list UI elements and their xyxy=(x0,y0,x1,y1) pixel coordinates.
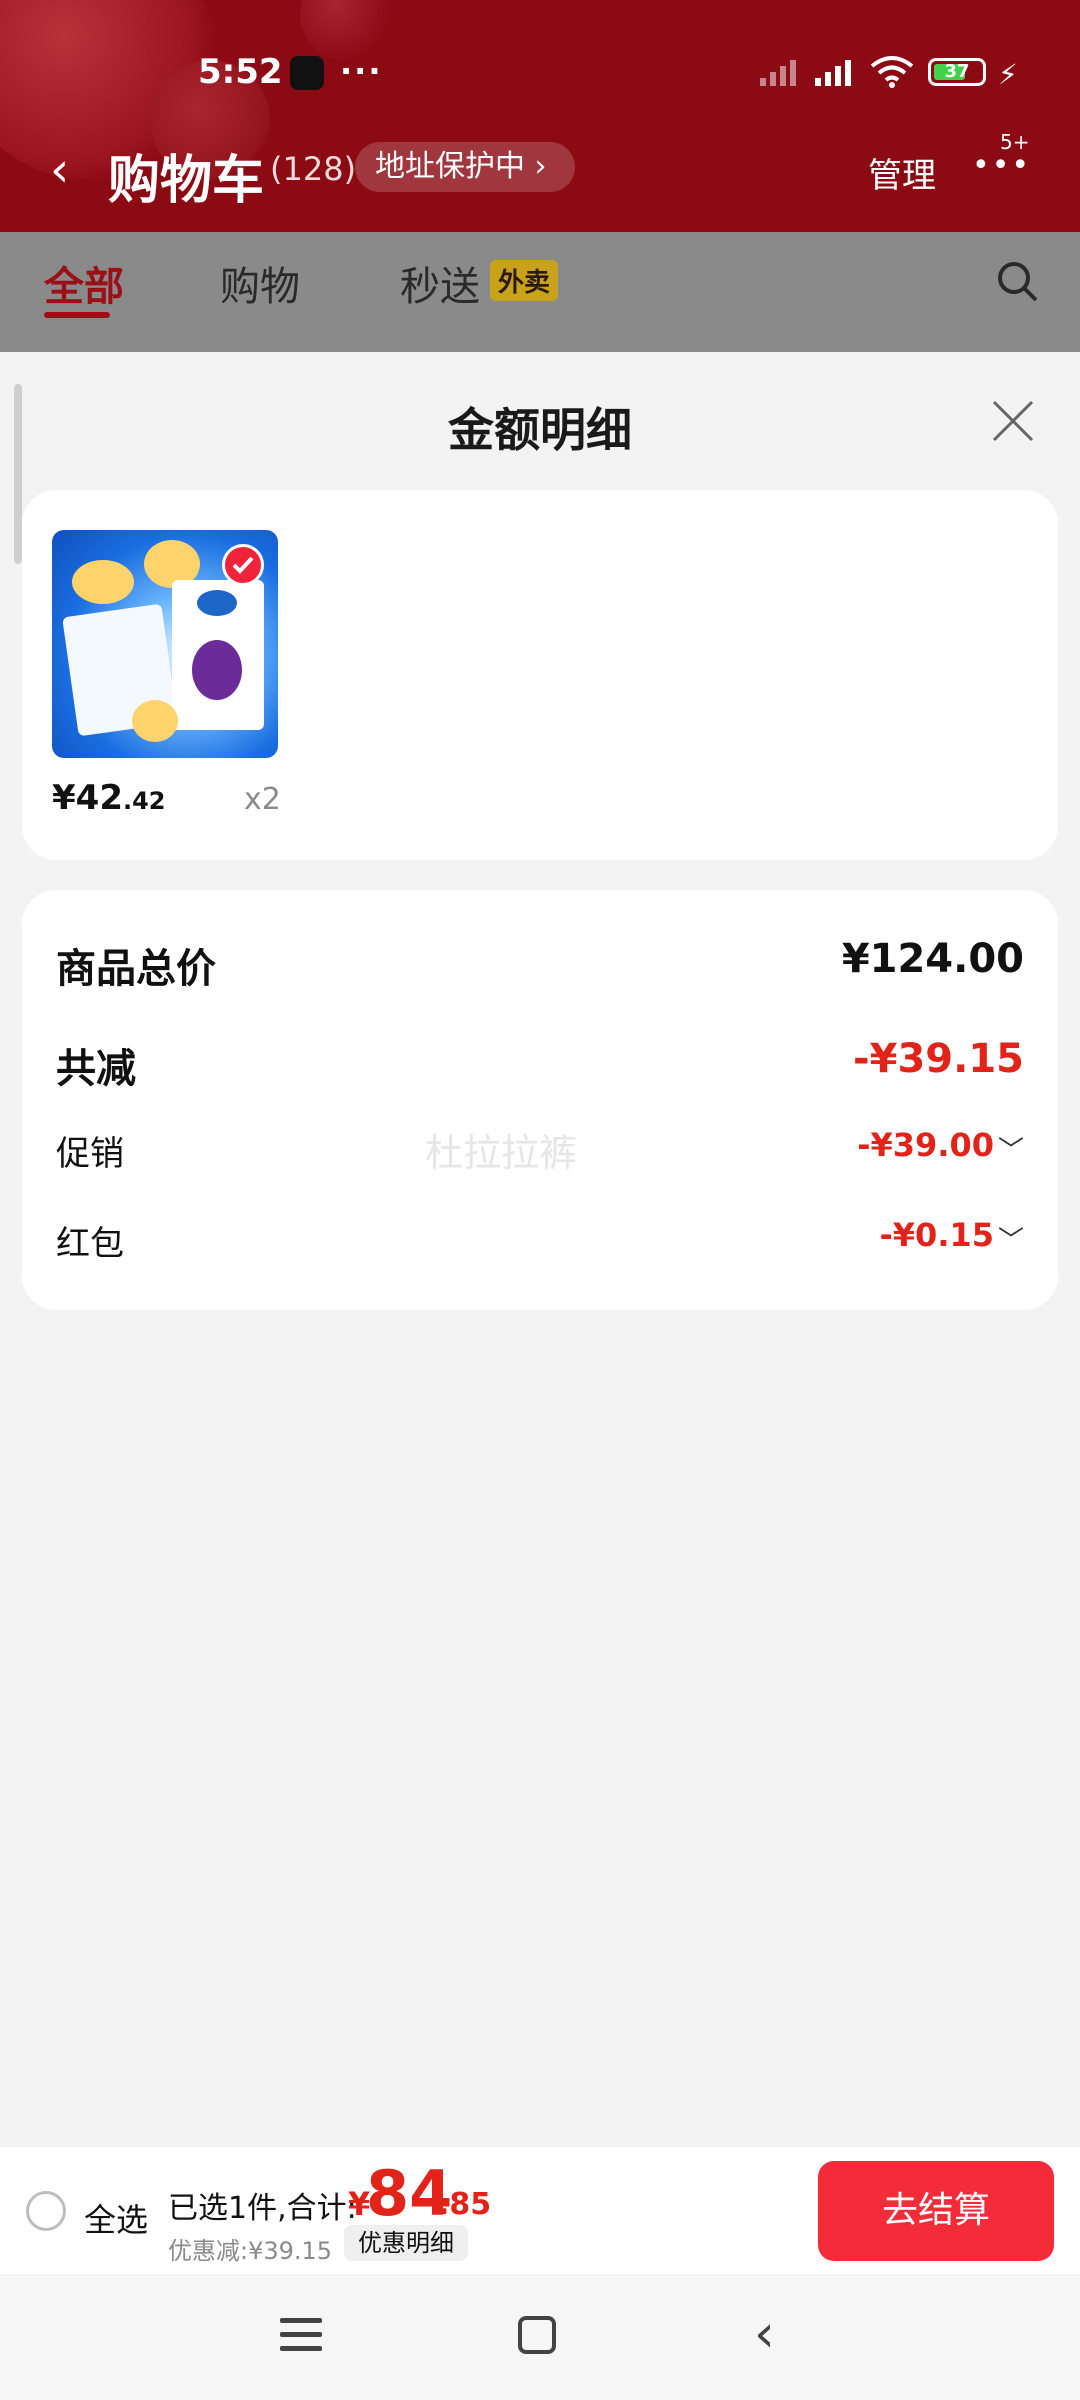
battery-level: 37 xyxy=(944,61,970,82)
redpack-label: 红包 xyxy=(56,1224,124,1264)
takeout-badge: 外卖 xyxy=(490,260,559,301)
discount-detail-button[interactable]: 优惠明细 xyxy=(344,2225,468,2261)
product-image[interactable] xyxy=(52,530,278,758)
checkout-bar: 全选 已选1件,合计: ¥ 84 .85 优惠减:¥39.15 优惠明细 去结算 xyxy=(0,2146,1080,2275)
wifi-icon xyxy=(870,56,914,88)
nav-bar: ‹ 购物车 (128) 地址保护中 › 管理 ••• 5+ xyxy=(0,120,1080,230)
chevron-down-icon[interactable]: ﹀ xyxy=(998,1220,1024,1257)
battery-icon: 37 xyxy=(928,58,986,86)
search-icon[interactable] xyxy=(996,260,1040,304)
saved-amount: 优惠减:¥39.15 xyxy=(168,2237,333,2265)
sheet-title: 金额明细 xyxy=(448,403,632,457)
chevron-down-icon[interactable]: ﹀ xyxy=(998,1130,1024,1167)
checkout-button[interactable]: 去结算 xyxy=(818,2161,1054,2261)
amount-detail-sheet: 金额明细 ¥42.42 x2 商品总价 ¥124.00 共减 -¥39.15 促… xyxy=(0,356,1080,2146)
tab-all[interactable]: 全部 xyxy=(44,254,124,312)
manage-button[interactable]: 管理 xyxy=(868,148,936,197)
watermark: 杜拉拉裤 xyxy=(425,1131,578,1175)
status-time: 5:52 xyxy=(198,52,283,92)
select-all-checkbox[interactable] xyxy=(26,2191,66,2231)
signal-hd-icon xyxy=(815,60,851,86)
tab-fast-delivery[interactable]: 秒送 xyxy=(400,254,480,312)
discount-label: 共减 xyxy=(56,1046,136,1092)
tab-shopping[interactable]: 购物 xyxy=(220,254,300,312)
price-summary-card: 商品总价 ¥124.00 共减 -¥39.15 促销 -¥39.00 ﹀ 红包 … xyxy=(22,890,1058,1310)
select-all-label[interactable]: 全选 xyxy=(84,2195,148,2241)
discount-value: -¥39.15 xyxy=(853,1036,1024,1082)
product-card: ¥42.42 x2 xyxy=(22,490,1058,860)
home-icon[interactable] xyxy=(518,2316,556,2354)
tabs-bar: 全部 购物 秒送 外卖 xyxy=(0,232,1080,352)
checked-icon xyxy=(222,544,264,586)
address-protect-pill[interactable]: 地址保护中 › xyxy=(355,142,575,192)
product-price: ¥42.42 xyxy=(52,778,166,818)
tiktok-icon xyxy=(290,56,324,90)
more-badge: 5+ xyxy=(1000,130,1030,154)
total-label: 商品总价 xyxy=(56,946,216,992)
back-icon[interactable]: ‹ xyxy=(50,142,69,198)
selected-summary: 已选1件,合计: xyxy=(168,2191,357,2226)
cart-count: (128) xyxy=(270,150,357,188)
close-icon[interactable] xyxy=(990,398,1036,444)
promo-label: 促销 xyxy=(56,1134,124,1174)
more-notifications-icon: ··· xyxy=(340,52,383,90)
page-title: 购物车 xyxy=(108,151,265,211)
top-header: 5:52 ··· 37 ⚡ ‹ 购物车 (128) 地址保护中 › 管理 •••… xyxy=(0,0,1080,232)
total-amount-decimal: .85 xyxy=(438,2187,492,2222)
back-nav-icon[interactable]: ‹ xyxy=(754,2304,775,2364)
charging-icon: ⚡ xyxy=(998,58,1018,91)
tab-underline xyxy=(44,312,110,318)
signal-icon xyxy=(760,60,796,86)
menu-icon[interactable] xyxy=(280,2318,322,2360)
product-quantity: x2 xyxy=(244,782,281,817)
system-nav-bar: ‹ xyxy=(0,2274,1080,2400)
total-value: ¥124.00 xyxy=(841,936,1024,982)
